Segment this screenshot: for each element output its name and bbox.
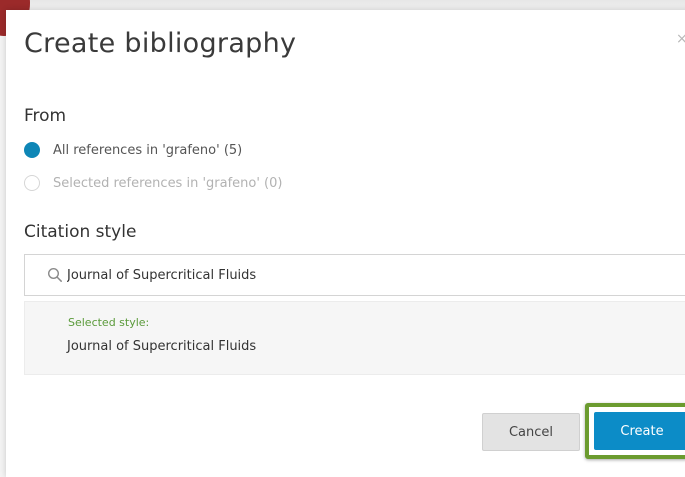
radio-selected-references-label: Selected references in 'grafeno' (0) bbox=[53, 175, 283, 191]
radio-selected-references: Selected references in 'grafeno' (0) bbox=[24, 174, 282, 192]
create-bibliography-dialog: Create bibliography × From All reference… bbox=[6, 10, 685, 477]
from-heading: From bbox=[24, 106, 67, 126]
radio-all-references[interactable]: All references in 'grafeno' (5) bbox=[24, 141, 242, 159]
create-button-highlight: Create bbox=[585, 403, 685, 459]
radio-all-references-label: All references in 'grafeno' (5) bbox=[53, 142, 243, 158]
create-button[interactable]: Create bbox=[594, 412, 685, 450]
close-icon[interactable]: × bbox=[676, 32, 685, 46]
cancel-button[interactable]: Cancel bbox=[482, 413, 580, 451]
radio-checked-icon[interactable] bbox=[24, 142, 40, 158]
citation-style-search-input[interactable] bbox=[67, 255, 627, 295]
selected-style-caption: Selected style: bbox=[68, 316, 150, 329]
citation-style-search[interactable] bbox=[24, 254, 685, 296]
radio-unchecked-icon bbox=[24, 175, 40, 191]
search-icon bbox=[47, 267, 62, 282]
citation-style-heading: Citation style bbox=[24, 222, 137, 242]
selected-style-name: Journal of Supercritical Fluids bbox=[67, 339, 257, 354]
dialog-title: Create bibliography bbox=[24, 28, 297, 59]
selected-style-panel: Selected style: Journal of Supercritical… bbox=[24, 301, 685, 375]
